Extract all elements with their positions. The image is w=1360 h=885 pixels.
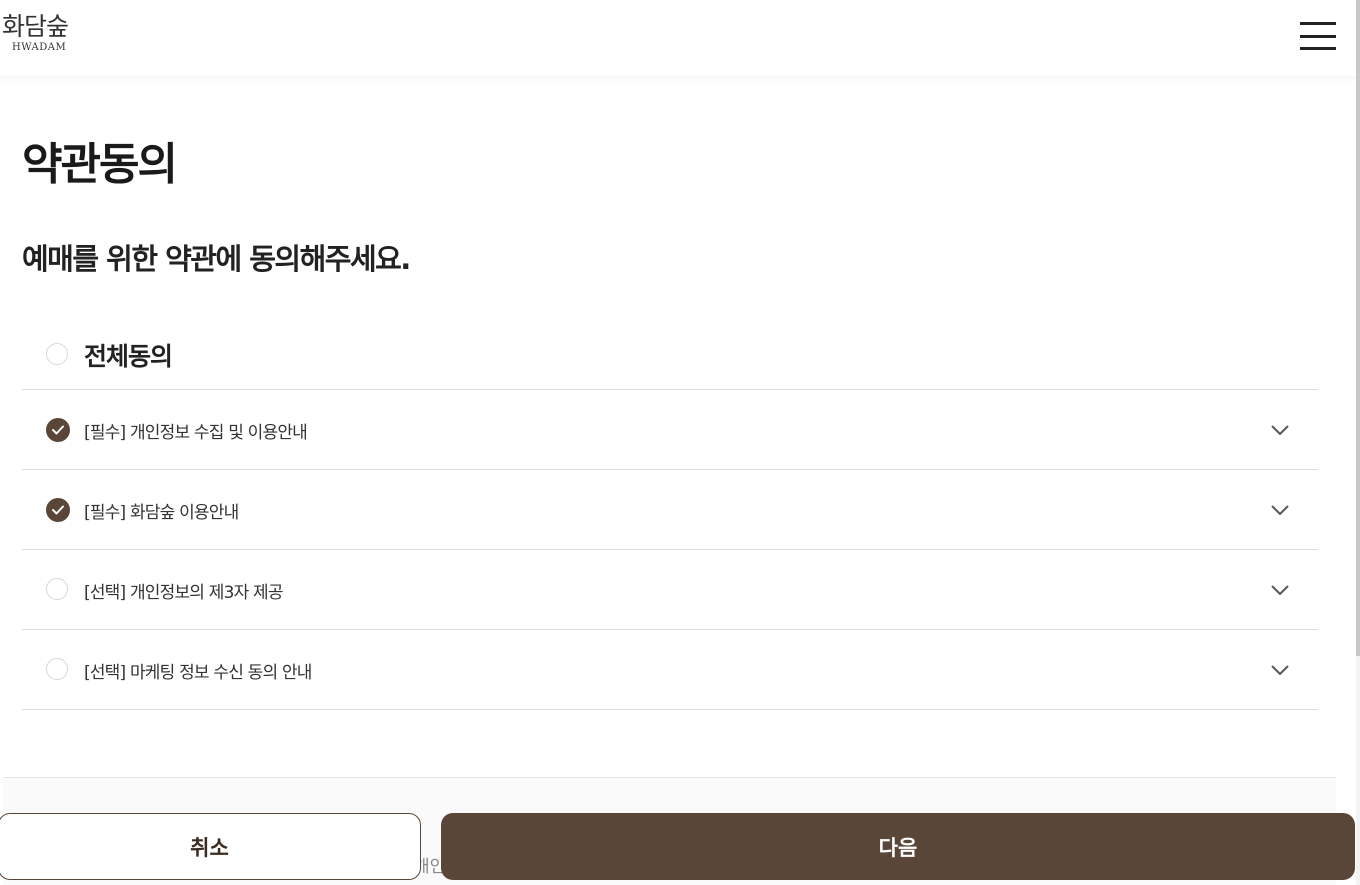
agree-all-checkbox[interactable] bbox=[46, 343, 68, 365]
logo-korean-text: 화담숲 bbox=[2, 12, 69, 41]
unchecked-circle-icon[interactable] bbox=[46, 658, 68, 680]
term-label: [선택] 개인정보의 제3자 제공 bbox=[84, 583, 284, 603]
chevron-down-icon[interactable] bbox=[1270, 660, 1290, 680]
agree-all-row[interactable]: 전체동의 bbox=[22, 322, 1318, 390]
page-subtitle: 예매를 위한 약관에 동의해주세요. bbox=[22, 242, 411, 276]
hwadam-logo[interactable]: 화담숲 HWADAM bbox=[2, 12, 69, 54]
cancel-button[interactable]: 취소 bbox=[0, 813, 421, 880]
chevron-down-icon[interactable] bbox=[1270, 580, 1290, 600]
checked-circle-icon[interactable] bbox=[46, 498, 70, 522]
term-row-marketing[interactable]: [선택] 마케팅 정보 수신 동의 안내 bbox=[22, 630, 1318, 710]
term-label: [필수] 개인정보 수집 및 이용안내 bbox=[84, 423, 308, 443]
checked-circle-icon[interactable] bbox=[46, 418, 70, 442]
unchecked-circle-icon[interactable] bbox=[46, 578, 68, 600]
term-label: [선택] 마케팅 정보 수신 동의 안내 bbox=[84, 663, 312, 683]
term-row-privacy-collection[interactable]: [필수] 개인정보 수집 및 이용안내 bbox=[22, 390, 1318, 470]
terms-list: [필수] 개인정보 수집 및 이용안내 [필수] 화담숲 이용안내 [선택] 개… bbox=[22, 390, 1318, 710]
scrollbar-thumb[interactable] bbox=[1356, 0, 1360, 656]
chevron-down-icon[interactable] bbox=[1270, 420, 1290, 440]
agree-all-label: 전체동의 bbox=[84, 342, 173, 371]
term-label: [필수] 화담숲 이용안내 bbox=[84, 503, 239, 523]
next-button[interactable]: 다음 bbox=[441, 813, 1355, 880]
page-title: 약관동의 bbox=[22, 139, 178, 190]
term-row-usage-guide[interactable]: [필수] 화담숲 이용안내 bbox=[22, 470, 1318, 550]
site-header: 화담숲 HWADAM bbox=[0, 0, 1356, 76]
logo-english-text: HWADAM bbox=[12, 42, 67, 53]
chevron-down-icon[interactable] bbox=[1270, 500, 1290, 520]
term-row-third-party[interactable]: [선택] 개인정보의 제3자 제공 bbox=[22, 550, 1318, 630]
hamburger-menu-icon[interactable] bbox=[1300, 22, 1336, 50]
